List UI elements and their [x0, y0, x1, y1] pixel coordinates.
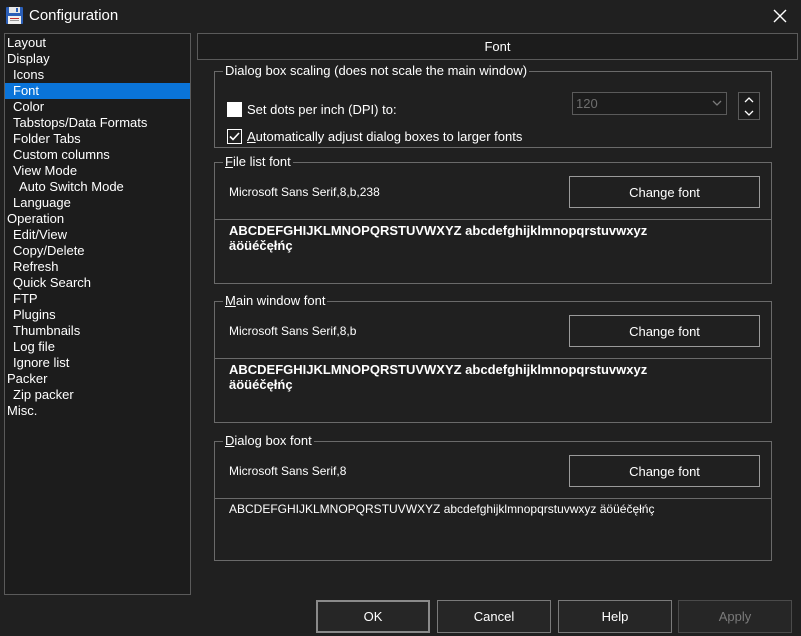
dpi-select[interactable]: 120: [572, 92, 727, 115]
tree-item-ftp[interactable]: FTP: [5, 291, 38, 307]
dialog-box-font-desc: Microsoft Sans Serif,8: [229, 464, 347, 478]
dialog-box-font-sample: ABCDEFGHIJKLMNOPQRSTUVWXYZ abcdefghijklm…: [229, 502, 655, 516]
tree-item-language[interactable]: Language: [5, 195, 71, 211]
tree-item-zip-packer[interactable]: Zip packer: [5, 387, 74, 403]
close-icon: [773, 9, 787, 23]
main-window-change-font-button[interactable]: Change font: [569, 315, 760, 347]
tree-item-copy-delete[interactable]: Copy/Delete: [5, 243, 85, 259]
spin-down-button[interactable]: [739, 106, 759, 119]
auto-adjust-label-text: utomatically adjust dialog boxes to larg…: [255, 129, 523, 144]
page-header-label: Font: [484, 39, 511, 54]
tree-item-font[interactable]: Font: [5, 83, 190, 99]
tree-item-packer[interactable]: Packer: [5, 371, 47, 387]
ok-button[interactable]: OK: [316, 600, 430, 633]
tree-item-log-file[interactable]: Log file: [5, 339, 55, 355]
close-button[interactable]: [760, 0, 800, 32]
spin-up-button[interactable]: [739, 93, 759, 106]
tree-item-tabstops-data-formats[interactable]: Tabstops/Data Formats: [5, 115, 147, 131]
tree-item-edit-view[interactable]: Edit/View: [5, 227, 67, 243]
chevron-down-icon: [744, 110, 754, 116]
page-header: Font: [197, 33, 798, 60]
file-list-change-font-button[interactable]: Change font: [569, 176, 760, 208]
divider: [215, 498, 771, 499]
tree-item-refresh[interactable]: Refresh: [5, 259, 59, 275]
tree-item-layout[interactable]: Layout: [5, 35, 46, 51]
file-list-font-sample: ABCDEFGHIJKLMNOPQRSTUVWXYZ abcdefghijklm…: [229, 223, 648, 253]
tree-item-icons[interactable]: Icons: [5, 67, 44, 83]
auto-adjust-label: Automatically adjust dialog boxes to lar…: [247, 129, 523, 144]
tree-item-misc[interactable]: Misc.: [5, 403, 37, 419]
dialog-box-font-title: Dialog box font: [223, 433, 314, 449]
checkmark-icon: [229, 132, 240, 141]
scaling-group-title: Dialog box scaling (does not scale the m…: [223, 63, 530, 79]
tree-item-quick-search[interactable]: Quick Search: [5, 275, 91, 291]
auto-adjust-checkbox[interactable]: [227, 129, 242, 144]
divider: [215, 219, 771, 220]
main-window-font-sample: ABCDEFGHIJKLMNOPQRSTUVWXYZ abcdefghijklm…: [229, 362, 648, 392]
tree-item-ignore-list[interactable]: Ignore list: [5, 355, 69, 371]
main-window-font-title: Main window font: [223, 293, 328, 309]
tree-item-custom-columns[interactable]: Custom columns: [5, 147, 110, 163]
file-list-font-title: File list font: [223, 154, 293, 170]
window-title: Configuration: [29, 7, 119, 24]
floppy-disk-icon: [6, 7, 23, 24]
chevron-down-icon: [712, 100, 722, 106]
tree-item-plugins[interactable]: Plugins: [5, 307, 56, 323]
cancel-button[interactable]: Cancel: [437, 600, 551, 633]
tree-item-view-mode[interactable]: View Mode: [5, 163, 77, 179]
divider: [215, 358, 771, 359]
help-button[interactable]: Help: [558, 600, 672, 633]
dpi-value: 120: [576, 96, 598, 111]
file-list-font-desc: Microsoft Sans Serif,8,b,238: [229, 185, 380, 199]
main-window-font-desc: Microsoft Sans Serif,8,b: [229, 324, 357, 338]
dpi-label: Set dots per inch (DPI) to:: [247, 102, 397, 117]
tree-item-folder-tabs[interactable]: Folder Tabs: [5, 131, 81, 147]
settings-tree[interactable]: Layout Display Icons Font Color Tabstops/Data…: [4, 33, 191, 595]
dpi-checkbox[interactable]: [227, 102, 242, 117]
tree-item-thumbnails[interactable]: Thumbnails: [5, 323, 80, 339]
apply-button[interactable]: Apply: [678, 600, 792, 633]
tree-item-operation[interactable]: Operation: [5, 211, 64, 227]
chevron-up-icon: [744, 96, 754, 102]
dpi-spinner[interactable]: [738, 92, 760, 120]
tree-item-auto-switch-mode[interactable]: Auto Switch Mode: [5, 179, 124, 195]
tree-item-color[interactable]: Color: [5, 99, 44, 115]
title-bar: Configuration: [0, 0, 801, 33]
tree-item-display[interactable]: Display: [5, 51, 50, 67]
dialog-box-change-font-button[interactable]: Change font: [569, 455, 760, 487]
